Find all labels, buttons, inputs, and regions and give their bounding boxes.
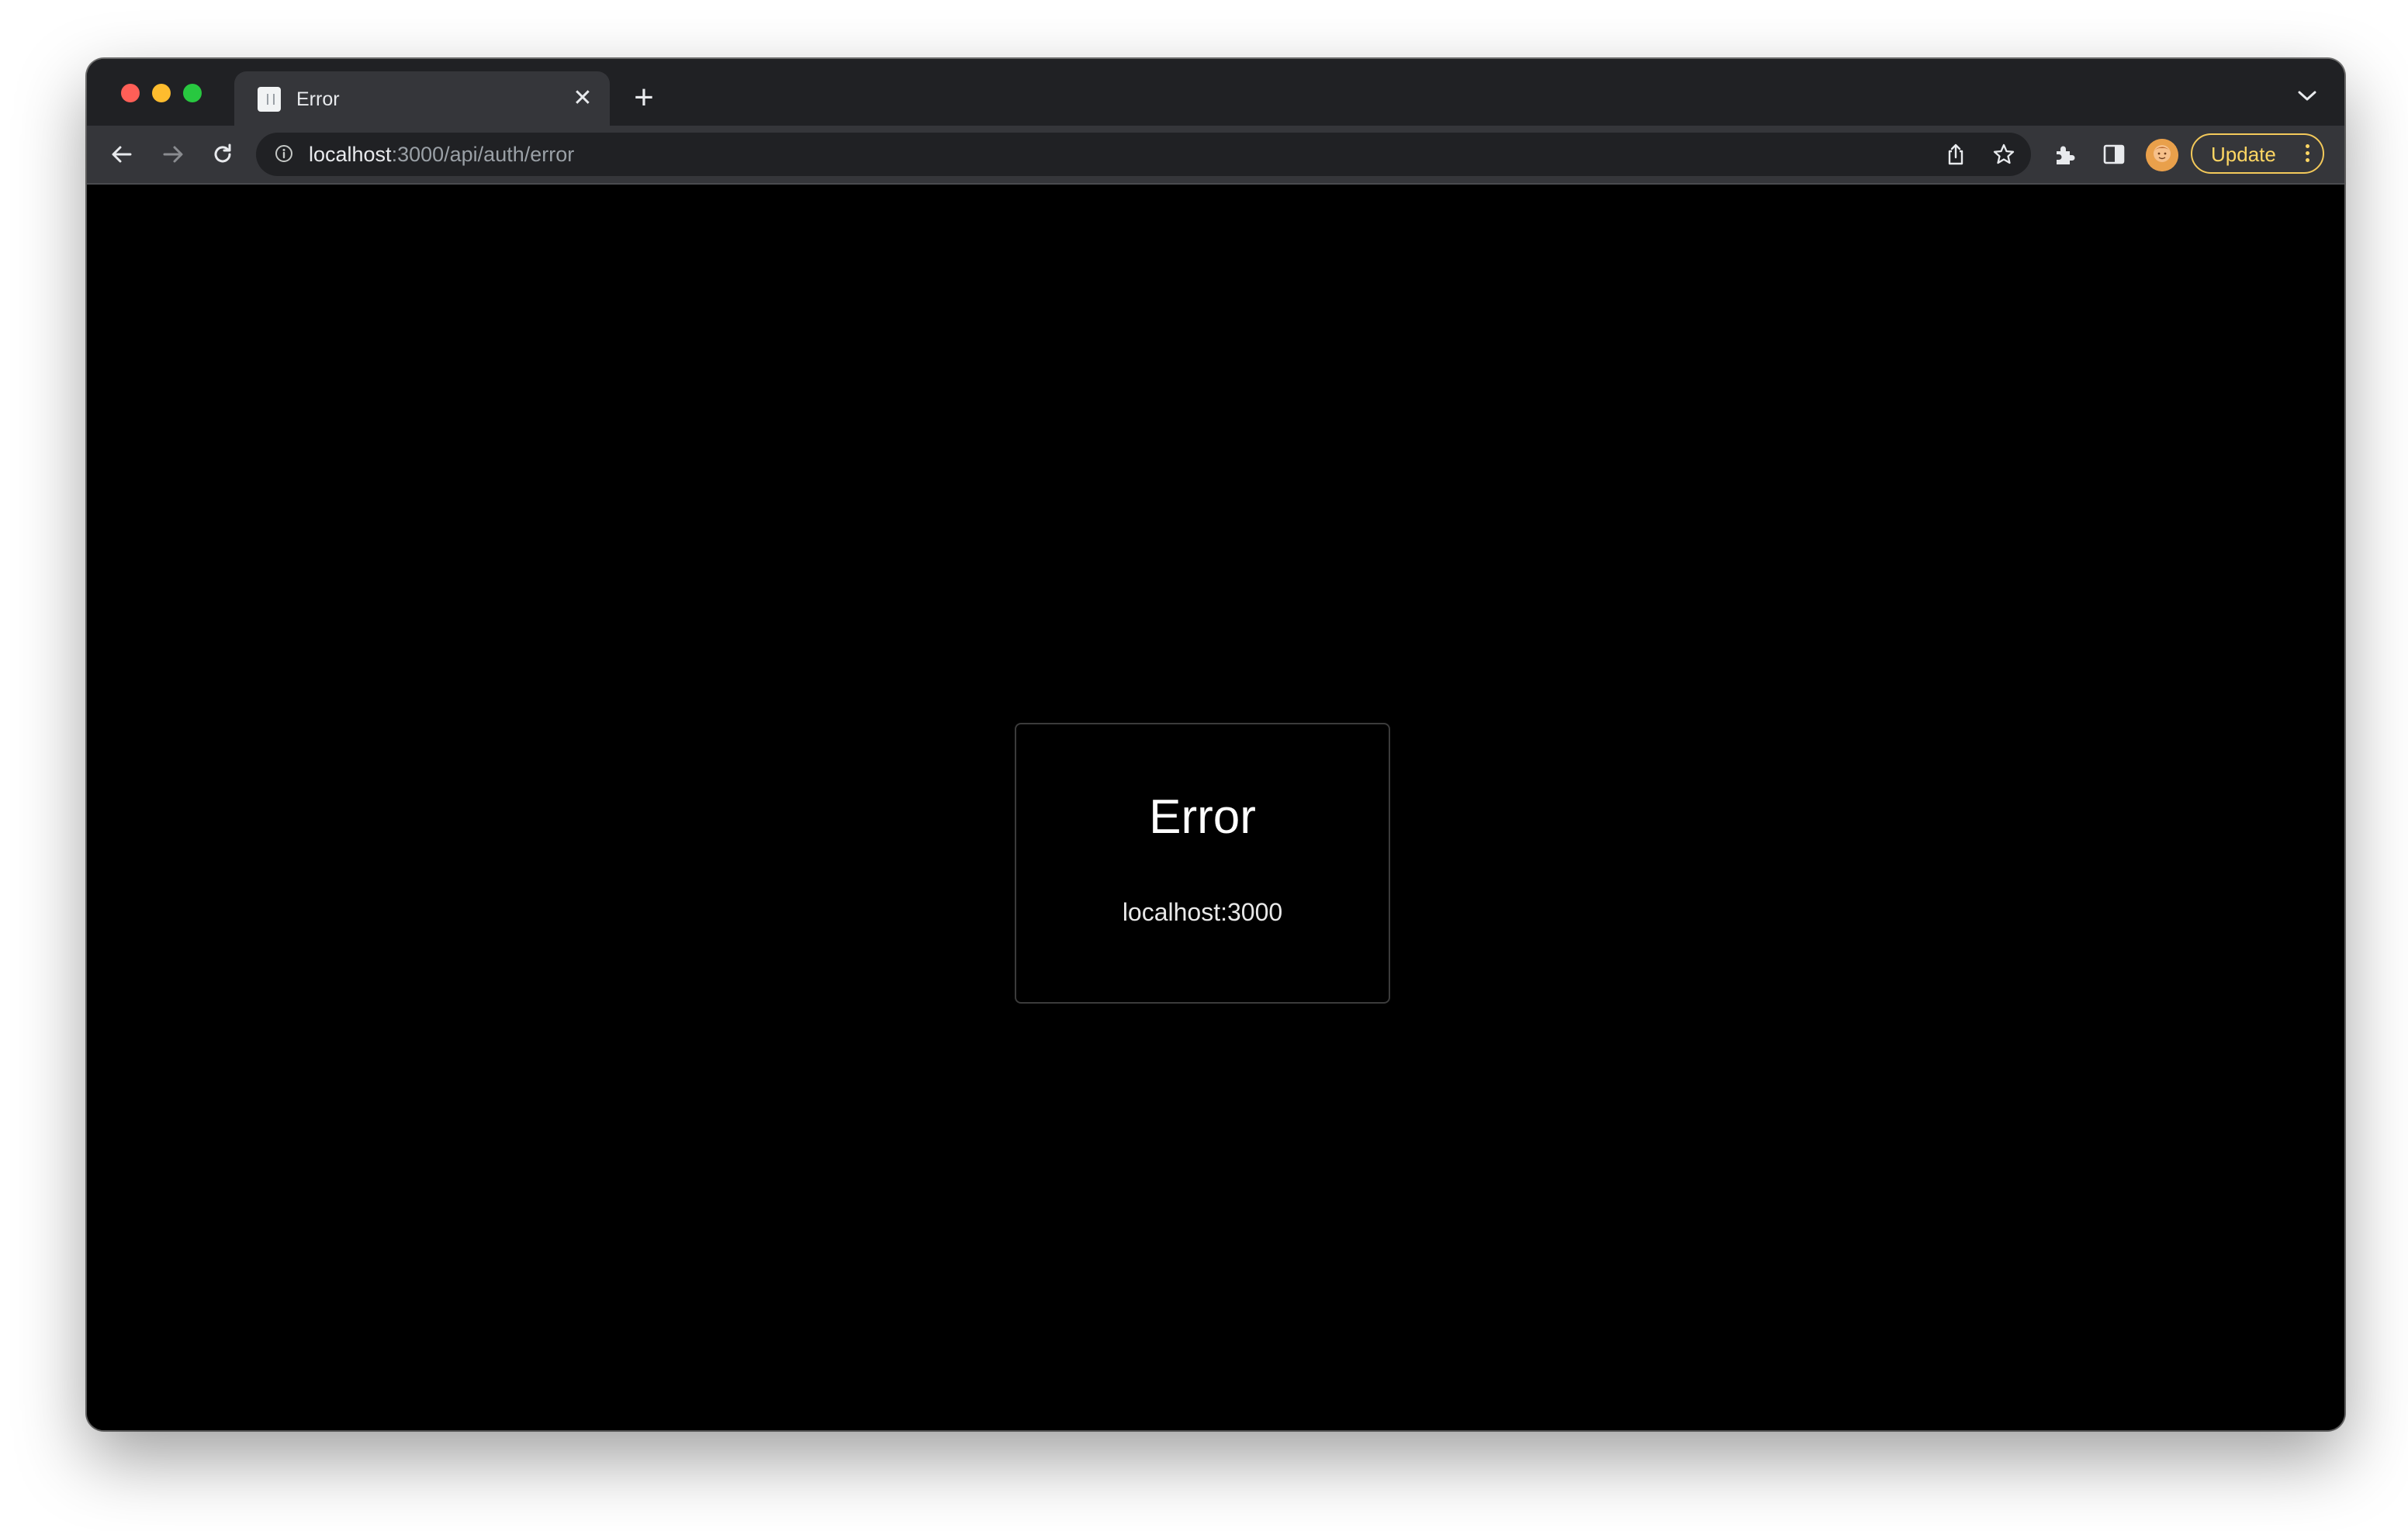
error-card: Error localhost:3000 [1015,723,1390,1004]
kebab-menu-icon[interactable] [2304,144,2310,164]
info-icon[interactable] [275,144,293,163]
share-icon[interactable] [1944,143,1967,166]
tab-close-icon[interactable]: ✕ [569,85,596,112]
update-button[interactable]: Update [2191,133,2324,174]
tab-error[interactable]: Error ✕ [234,71,610,126]
reload-icon [214,143,231,163]
forward-arrow-icon [163,146,183,163]
reload-button[interactable] [205,137,240,172]
update-button-label: Update [2211,143,2276,166]
url-host: localhost [309,143,392,166]
avatar[interactable] [2146,139,2178,171]
new-tab-button[interactable]: + [627,81,661,116]
side-panel-icon[interactable] [2099,140,2129,169]
tab-strip: Error ✕ + [87,59,2344,126]
url-text: localhost:3000/api/auth/error [309,142,574,167]
forward-button[interactable] [155,137,191,172]
page-viewport: Error localhost:3000 [87,185,2344,1430]
url-path: :3000/api/auth/error [391,143,575,166]
browser-toolbar: localhost:3000/api/auth/error Update [87,126,2344,185]
page-favicon-icon [258,87,281,112]
minimize-window-button[interactable] [152,84,171,102]
star-icon[interactable] [1992,143,2015,166]
back-arrow-icon [112,146,132,163]
extensions-icon[interactable] [2050,140,2079,169]
back-button[interactable] [104,137,140,172]
maximize-window-button[interactable] [183,84,202,102]
error-message: localhost:3000 [1122,898,1283,926]
address-bar[interactable]: localhost:3000/api/auth/error [256,133,2031,176]
tab-search-chevron-icon[interactable] [2293,82,2321,110]
browser-window: Error ✕ + localhost:3000/api/auth/error … [87,59,2344,1430]
close-window-button[interactable] [121,84,140,102]
tab-title: Error [296,88,340,110]
error-title: Error [1149,790,1256,844]
